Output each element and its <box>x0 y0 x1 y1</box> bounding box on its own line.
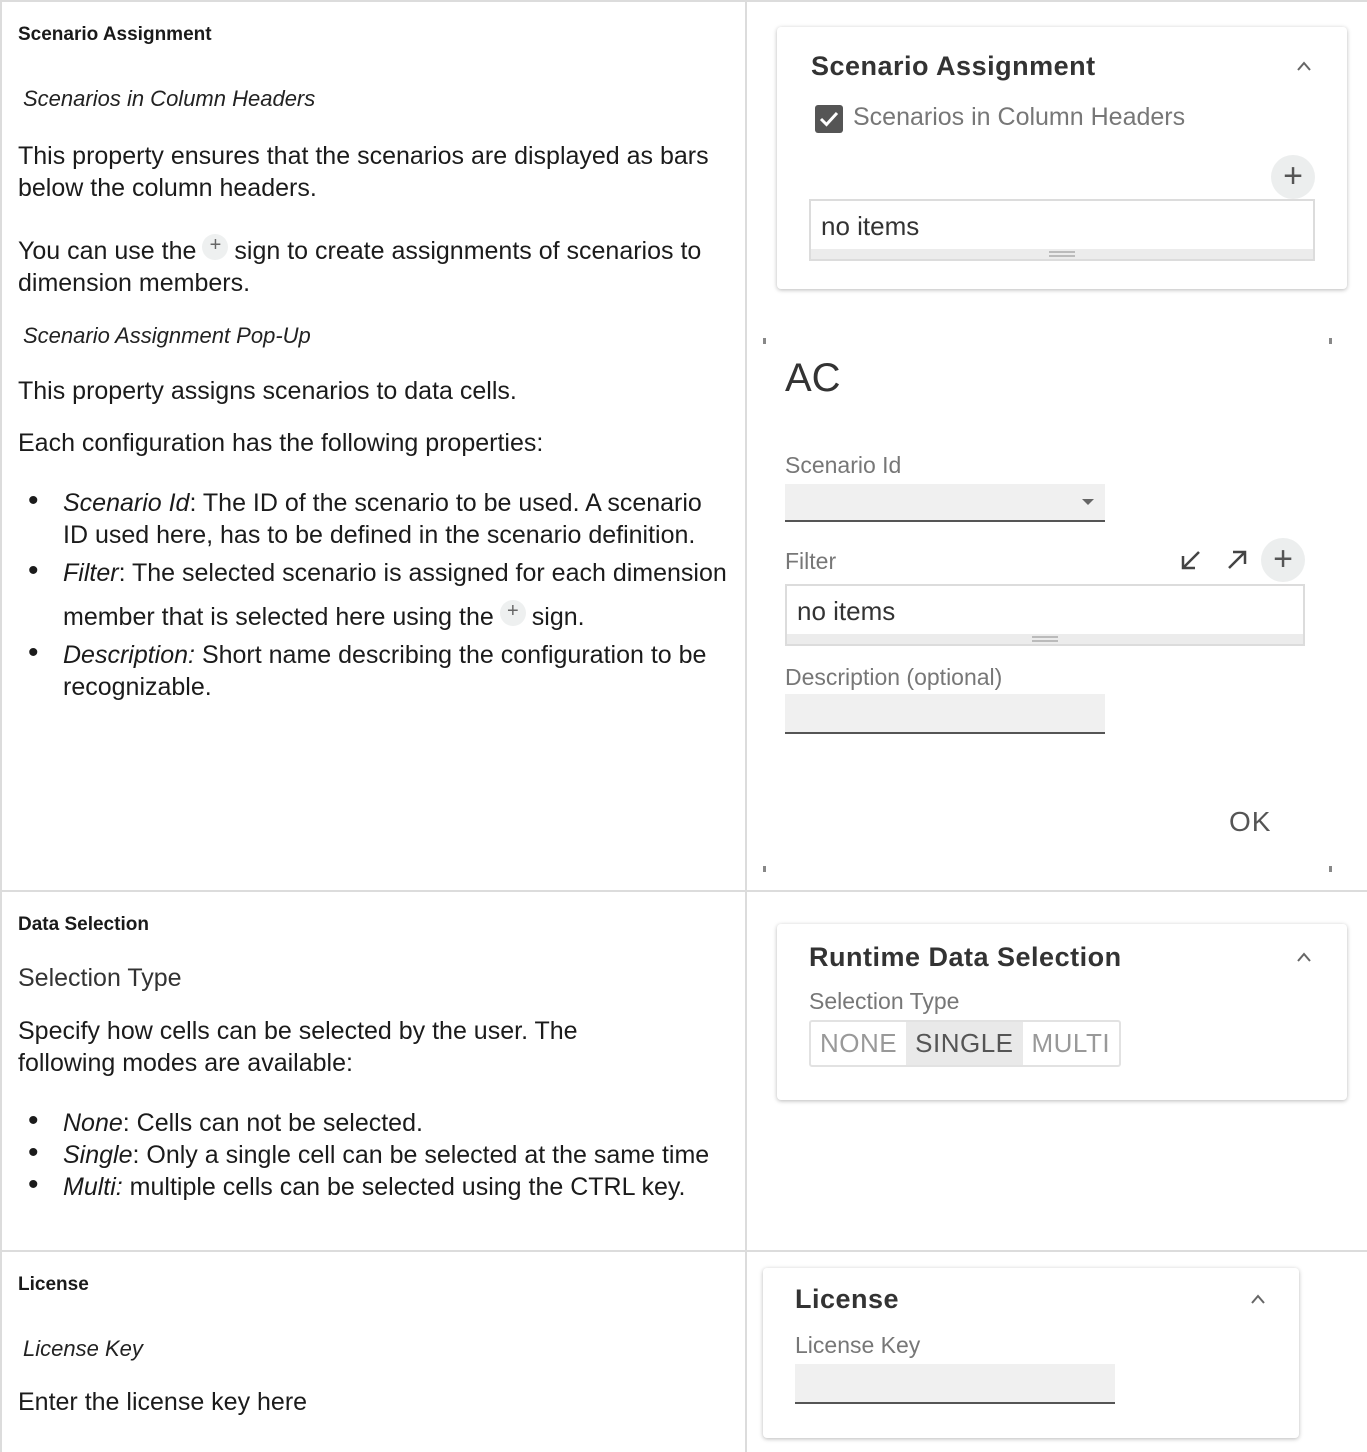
scenario-row: Scenario Assignment Scenarios in Column … <box>0 0 1367 892</box>
paragraph: Each configuration has the following pro… <box>18 429 544 457</box>
list-item: Scenario Id: The ID of the scenario to b… <box>18 485 733 551</box>
popup-corner <box>763 866 766 872</box>
license-panel: License License Key <box>763 1268 1299 1438</box>
data-selection-screenshot-cell: Runtime Data Selection Selection Type NO… <box>745 890 1367 1252</box>
popup-corner <box>1329 866 1332 872</box>
selection-type-label: Selection Type <box>809 988 960 1014</box>
section-title: Data Selection <box>18 914 149 935</box>
list-item: Multi: multiple cells can be selected us… <box>18 1169 733 1203</box>
subsection-title: Selection Type <box>18 964 182 992</box>
section-title: Scenario Assignment <box>18 24 212 45</box>
popup-corner <box>763 338 766 344</box>
paragraph: Enter the license key here <box>18 1388 308 1416</box>
collapse-arrow-icon[interactable] <box>1173 542 1209 578</box>
data-selection-description-cell: Data Selection Selection Type Specify ho… <box>0 890 747 1252</box>
resize-bar[interactable] <box>811 249 1313 259</box>
add-filter-button[interactable]: + <box>1261 538 1305 582</box>
bullet-list: None: Cells can not be selected. Single:… <box>18 1105 733 1203</box>
description-label: Description (optional) <box>785 664 1003 690</box>
scenario-list[interactable]: no items <box>809 199 1315 261</box>
scenario-popup: AC Scenario Id Filter + no items Descrip… <box>763 338 1333 878</box>
paragraph: This property assigns scenarios to data … <box>18 377 517 405</box>
dropdown-arrow-icon <box>1082 499 1094 505</box>
expand-arrow-icon[interactable] <box>1219 542 1255 578</box>
popup-title: AC <box>785 356 841 400</box>
list-item: Filter: The selected scenario is assigne… <box>18 549 733 639</box>
license-row: License License Key Enter the license ke… <box>0 1250 1367 1452</box>
option-multi[interactable]: MULTI <box>1023 1022 1120 1065</box>
list-empty-text: no items <box>821 211 920 241</box>
section-title: License <box>18 1274 89 1295</box>
option-none[interactable]: NONE <box>811 1022 906 1065</box>
filter-label: Filter <box>785 548 837 574</box>
ok-button[interactable]: OK <box>1229 806 1271 838</box>
plus-icon: + <box>499 600 526 626</box>
resize-bar[interactable] <box>787 634 1303 644</box>
license-key-label: License Key <box>795 1332 921 1358</box>
paragraph: You can use the + sign to create assignmen… <box>18 234 702 297</box>
filter-list[interactable]: no items <box>785 584 1305 646</box>
data-selection-row: Data Selection Selection Type Specify ho… <box>0 890 1367 1252</box>
license-key-input[interactable] <box>795 1364 1115 1404</box>
scenario-id-select[interactable] <box>785 484 1105 522</box>
plus-icon: + <box>1283 157 1303 195</box>
chevron-up-icon[interactable] <box>1297 952 1311 966</box>
bullet-list: Scenario Id: The ID of the scenario to b… <box>18 485 733 703</box>
add-button[interactable]: + <box>1271 155 1315 199</box>
subsection-title: Scenario Assignment Pop-Up <box>23 323 311 348</box>
selection-type-toggle[interactable]: NONE SINGLE MULTI <box>809 1020 1122 1067</box>
resize-grip-icon[interactable] <box>1049 251 1075 257</box>
popup-corner <box>1329 338 1332 344</box>
chevron-up-icon[interactable] <box>1297 61 1311 75</box>
paragraph: This property ensures that the scenarios… <box>18 142 709 202</box>
checkbox-label: Scenarios in Column Headers <box>853 103 1186 131</box>
plus-icon: + <box>1273 540 1293 578</box>
scenario-assignment-panel: Scenario Assignment Scenarios in Column … <box>777 27 1347 289</box>
plus-icon: + <box>202 234 229 260</box>
description-input[interactable] <box>785 694 1105 734</box>
scenario-screenshot-cell: Scenario Assignment Scenarios in Column … <box>745 0 1367 892</box>
list-item: Single: Only a single cell can be select… <box>18 1137 733 1171</box>
list-item: None: Cells can not be selected. <box>18 1105 733 1139</box>
runtime-data-selection-panel: Runtime Data Selection Selection Type NO… <box>777 924 1347 1100</box>
scenario-id-label: Scenario Id <box>785 452 902 478</box>
chevron-up-icon[interactable] <box>1251 1294 1265 1308</box>
documentation-table: Scenario Assignment Scenarios in Column … <box>0 0 1367 1452</box>
resize-grip-icon[interactable] <box>1032 636 1058 642</box>
subsection-title: License Key <box>23 1336 143 1361</box>
panel-title: License <box>795 1284 900 1314</box>
list-empty-text: no items <box>797 596 896 626</box>
license-screenshot-cell: License License Key <box>745 1250 1367 1452</box>
panel-title: Scenario Assignment <box>811 51 1096 81</box>
panel-title: Runtime Data Selection <box>809 942 1122 972</box>
scenario-description-cell: Scenario Assignment Scenarios in Column … <box>0 0 747 892</box>
subsection-title: Scenarios in Column Headers <box>23 86 316 111</box>
checkbox-scenarios-in-headers[interactable] <box>815 105 843 133</box>
license-description-cell: License License Key Enter the license ke… <box>0 1250 747 1452</box>
list-item: Description: Short name describing the c… <box>18 637 733 703</box>
option-single[interactable]: SINGLE <box>906 1022 1023 1065</box>
paragraph: Specify how cells can be selected by the… <box>18 1017 578 1077</box>
